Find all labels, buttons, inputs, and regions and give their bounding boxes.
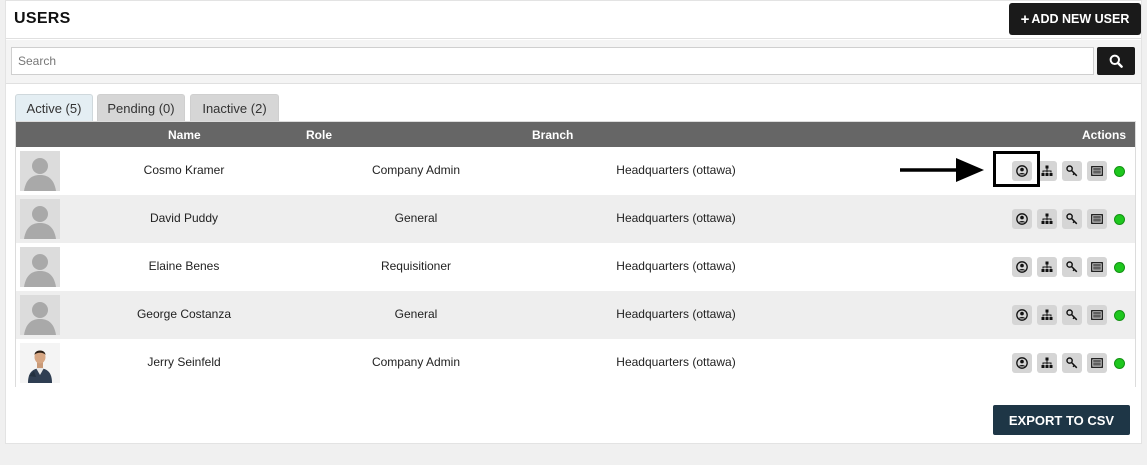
- user-profile-button[interactable]: [1012, 353, 1032, 373]
- search-input[interactable]: [11, 47, 1094, 75]
- table-header: Name Role Branch Actions: [16, 122, 1135, 147]
- add-new-user-label: ADD NEW USER: [1031, 12, 1130, 26]
- org-chart-icon: [1041, 165, 1053, 176]
- key-button[interactable]: [1062, 353, 1082, 373]
- key-icon: [1066, 261, 1078, 273]
- key-icon: [1066, 357, 1078, 369]
- plus-icon: +: [1020, 10, 1030, 28]
- export-to-csv-button[interactable]: EXPORT TO CSV: [993, 405, 1130, 435]
- org-chart-icon: [1041, 261, 1053, 272]
- key-button[interactable]: [1062, 305, 1082, 325]
- user-silhouette-icon: [20, 247, 60, 287]
- user-profile-icon: [1016, 309, 1028, 321]
- status-indicator: [1114, 166, 1125, 177]
- column-header-branch[interactable]: Branch: [532, 128, 573, 142]
- status-indicator: [1114, 358, 1125, 369]
- user-branch: Headquarters (ottawa): [616, 211, 736, 225]
- card-icon: [1091, 214, 1103, 224]
- user-silhouette-icon: [20, 295, 60, 335]
- org-chart-icon: [1041, 309, 1053, 320]
- page-header: USERS + ADD NEW USER: [6, 1, 1141, 39]
- annotation-arrow-icon: [900, 158, 984, 182]
- search-button[interactable]: [1097, 47, 1135, 75]
- annotation-highlight-box: [993, 151, 1040, 187]
- column-header-role[interactable]: Role: [306, 128, 332, 142]
- org-chart-button[interactable]: [1037, 257, 1057, 277]
- status-indicator: [1114, 262, 1125, 273]
- key-button[interactable]: [1062, 257, 1082, 277]
- user-silhouette-icon: [20, 151, 60, 191]
- user-profile-icon: [1016, 213, 1028, 225]
- column-header-actions: Actions: [1082, 128, 1127, 142]
- key-icon: [1066, 165, 1078, 177]
- user-profile-button[interactable]: [1012, 305, 1032, 325]
- org-chart-button[interactable]: [1037, 353, 1057, 373]
- row-actions: [1012, 305, 1132, 325]
- card-button[interactable]: [1087, 209, 1107, 229]
- card-button[interactable]: [1087, 161, 1107, 181]
- card-button[interactable]: [1087, 257, 1107, 277]
- tab-active[interactable]: Active (5): [15, 94, 93, 121]
- avatar: [20, 151, 60, 191]
- avatar: [20, 247, 60, 287]
- avatar: [20, 295, 60, 335]
- tab-pending[interactable]: Pending (0): [97, 94, 185, 121]
- user-branch: Headquarters (ottawa): [616, 307, 736, 321]
- page-title: USERS: [14, 10, 71, 27]
- card-button[interactable]: [1087, 353, 1107, 373]
- org-chart-icon: [1041, 213, 1053, 224]
- user-branch: Headquarters (ottawa): [616, 259, 736, 273]
- user-role: Company Admin: [371, 355, 461, 369]
- tab-inactive[interactable]: Inactive (2): [190, 94, 279, 121]
- org-chart-button[interactable]: [1037, 305, 1057, 325]
- table-row[interactable]: David Puddy General Headquarters (ottawa…: [16, 195, 1135, 243]
- card-button[interactable]: [1087, 305, 1107, 325]
- user-profile-button[interactable]: [1012, 257, 1032, 277]
- table-row[interactable]: Elaine Benes Requisitioner Headquarters …: [16, 243, 1135, 291]
- table-row[interactable]: Jerry Seinfeld Company Admin Headquarter…: [16, 339, 1135, 387]
- user-silhouette-icon: [20, 199, 60, 239]
- user-branch: Headquarters (ottawa): [616, 163, 736, 177]
- user-branch: Headquarters (ottawa): [616, 355, 736, 369]
- user-role: Requisitioner: [380, 259, 452, 273]
- user-profile-icon: [1016, 357, 1028, 369]
- user-name: Cosmo Kramer: [143, 163, 225, 177]
- user-name: Jerry Seinfeld: [147, 355, 221, 369]
- user-name: Elaine Benes: [148, 259, 220, 273]
- card-icon: [1091, 358, 1103, 368]
- key-icon: [1066, 309, 1078, 321]
- search-bar: [6, 40, 1141, 84]
- column-header-name[interactable]: Name: [168, 128, 201, 142]
- user-profile-button[interactable]: [1012, 209, 1032, 229]
- users-panel: USERS + ADD NEW USER Active (5) Pending …: [5, 0, 1142, 444]
- status-indicator: [1114, 214, 1125, 225]
- row-actions: [1012, 353, 1132, 373]
- row-actions: [1012, 257, 1132, 277]
- user-profile-icon: [1016, 261, 1028, 273]
- status-indicator: [1114, 310, 1125, 321]
- org-chart-button[interactable]: [1037, 209, 1057, 229]
- card-icon: [1091, 166, 1103, 176]
- user-role: Company Admin: [371, 163, 461, 177]
- user-role: General: [394, 211, 438, 225]
- org-chart-icon: [1041, 357, 1053, 368]
- user-name: David Puddy: [149, 211, 219, 225]
- card-icon: [1091, 310, 1103, 320]
- avatar: [20, 199, 60, 239]
- user-photo-icon: [20, 343, 60, 383]
- org-chart-button[interactable]: [1037, 161, 1057, 181]
- table-row[interactable]: George Costanza General Headquarters (ot…: [16, 291, 1135, 339]
- key-button[interactable]: [1062, 161, 1082, 181]
- avatar: [20, 343, 60, 383]
- add-new-user-button[interactable]: + ADD NEW USER: [1009, 3, 1141, 35]
- card-icon: [1091, 262, 1103, 272]
- row-actions: [1012, 209, 1132, 229]
- search-icon: [1109, 54, 1123, 68]
- user-name: George Costanza: [136, 307, 232, 321]
- key-button[interactable]: [1062, 209, 1082, 229]
- user-role: General: [394, 307, 438, 321]
- key-icon: [1066, 213, 1078, 225]
